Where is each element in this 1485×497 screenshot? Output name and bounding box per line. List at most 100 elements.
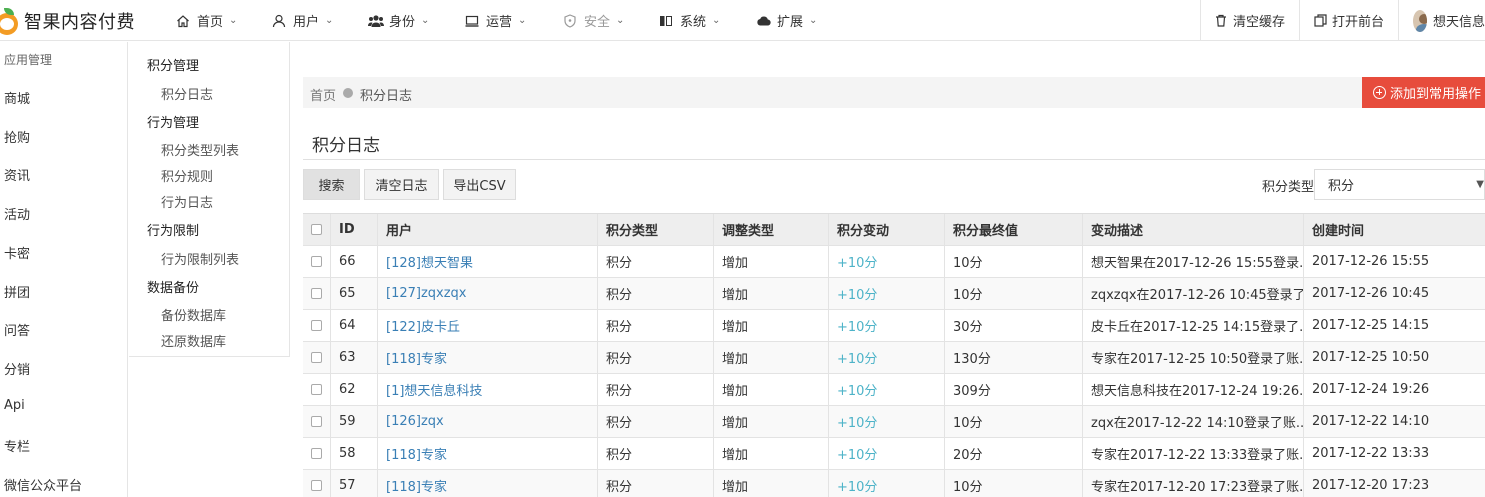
row-checkbox[interactable] — [311, 352, 322, 363]
nav-item-6[interactable]: 扩展 ⌄ — [756, 0, 846, 41]
chevron-down-icon: ⌄ — [809, 15, 818, 26]
row-checkbox[interactable] — [311, 256, 322, 267]
table-cell: 专家在2017-12-20 17:23登录了账... — [1082, 470, 1303, 497]
nav-label: 首页 — [197, 15, 224, 30]
cell-created: 2017-12-26 15:55 — [1312, 254, 1430, 269]
sub-sidebar-item[interactable]: 备份数据库 — [161, 305, 226, 324]
sub-sidebar-item[interactable]: 行为日志 — [161, 192, 213, 211]
sidebar-item-1[interactable]: 抢购 — [4, 127, 30, 146]
table-cell: zqx在2017-12-22 14:10登录了账... — [1082, 406, 1303, 437]
table-cell: 2017-12-26 10:45 — [1303, 278, 1485, 309]
cell-final: 10分 — [953, 480, 983, 495]
cell-created: 2017-12-24 19:26 — [1312, 382, 1430, 397]
orange-logo-icon — [0, 7, 18, 35]
score-type-value: 积分 — [1328, 179, 1355, 194]
row-checkbox[interactable] — [311, 448, 322, 459]
search-button[interactable]: 搜索 — [303, 169, 360, 200]
cell-id: 62 — [339, 382, 356, 397]
table-cell: 增加 — [713, 278, 828, 309]
column-header[interactable]: ID — [330, 214, 377, 245]
sidebar-item-9[interactable]: 专栏 — [4, 436, 30, 455]
table-cell: [127]zqxzqx — [377, 278, 597, 309]
nav-item-0[interactable]: 首页 ⌄ — [176, 0, 272, 41]
user-menu[interactable]: 想天信息 — [1398, 0, 1485, 41]
row-checkbox-cell — [303, 406, 330, 437]
sub-sidebar-group-3[interactable]: 数据备份 — [147, 277, 199, 296]
breadcrumb-home[interactable]: 首页 — [310, 85, 336, 104]
cell-type: 积分 — [606, 352, 633, 367]
sidebar-item-2[interactable]: 资讯 — [4, 165, 30, 184]
row-checkbox[interactable] — [311, 288, 322, 299]
sidebar-item-4[interactable]: 卡密 — [4, 243, 30, 262]
breadcrumb: 首页 积分日志 — [303, 77, 1485, 108]
column-header[interactable]: 变动描述 — [1082, 214, 1303, 245]
column-header[interactable]: 用户 — [377, 214, 597, 245]
column-header[interactable]: 积分变动 — [828, 214, 944, 245]
row-checkbox[interactable] — [311, 384, 322, 395]
sub-sidebar-item[interactable]: 行为限制列表 — [161, 249, 239, 268]
sub-sidebar-item[interactable]: 还原数据库 — [161, 331, 226, 350]
sidebar-item-10[interactable]: 微信公众平台 — [4, 475, 82, 494]
sidebar-item-7[interactable]: 分销 — [4, 359, 30, 378]
select-all-checkbox[interactable] — [311, 224, 322, 235]
cell-user[interactable]: [118]专家 — [386, 444, 447, 463]
page-title: 积分日志 — [312, 136, 380, 156]
table-cell: 积分 — [597, 246, 713, 277]
nav-label: 用户 — [293, 15, 320, 30]
nav-item-2[interactable]: 身份 ⌄ — [368, 0, 465, 41]
cell-adjust: 增加 — [722, 416, 749, 431]
sidebar-item-8[interactable]: Api — [4, 398, 25, 413]
cell-user[interactable]: [126]zqx — [386, 414, 444, 429]
row-checkbox[interactable] — [311, 320, 322, 331]
column-header[interactable]: 积分类型 — [597, 214, 713, 245]
cell-user[interactable]: [122]皮卡丘 — [386, 316, 460, 335]
cell-user[interactable]: [118]专家 — [386, 348, 447, 367]
column-header[interactable]: 创建时间 — [1303, 214, 1485, 245]
cell-id: 66 — [339, 254, 356, 269]
sub-sidebar-group-2[interactable]: 行为限制 — [147, 220, 199, 239]
cell-id: 57 — [339, 478, 356, 493]
cell-change: +10分 — [837, 384, 878, 399]
logo[interactable]: 智果内容付费 — [0, 0, 135, 41]
cell-user[interactable]: [127]zqxzqx — [386, 286, 467, 301]
columns-icon — [659, 14, 673, 28]
cell-user[interactable]: [118]专家 — [386, 476, 447, 495]
cell-user[interactable]: [128]想天智果 — [386, 252, 473, 271]
sidebar-item-6[interactable]: 问答 — [4, 320, 30, 339]
nav-label: 运营 — [486, 15, 513, 30]
table-cell: 130分 — [944, 342, 1082, 373]
sub-sidebar-item[interactable]: 积分类型列表 — [161, 140, 239, 159]
table-row: 59 [126]zqx 积分 增加 +10分 10分 zqx在2017-12-22 14:1… — [303, 406, 1485, 438]
table-cell: 想天智果在2017-12-26 15:55登录... — [1082, 246, 1303, 277]
row-checkbox[interactable] — [311, 416, 322, 427]
cell-change: +10分 — [837, 480, 878, 495]
add-to-shortcuts-button[interactable]: 添加到常用操作 — [1362, 77, 1485, 108]
cell-created: 2017-12-20 17:23 — [1312, 478, 1430, 493]
nav-item-4[interactable]: 安全 ⌄ — [563, 0, 659, 41]
table-cell: [128]想天智果 — [377, 246, 597, 277]
column-header[interactable]: 积分最终值 — [944, 214, 1082, 245]
table-cell: 增加 — [713, 246, 828, 277]
cell-user[interactable]: [1]想天信息科技 — [386, 380, 482, 399]
table-cell: 皮卡丘在2017-12-25 14:15登录了... — [1082, 310, 1303, 341]
column-header[interactable]: 调整类型 — [713, 214, 828, 245]
sidebar-item-3[interactable]: 活动 — [4, 204, 30, 223]
nav-label: 扩展 — [777, 15, 804, 30]
clear-log-button[interactable]: 清空日志 — [364, 169, 439, 200]
export-csv-button[interactable]: 导出CSV — [443, 169, 516, 200]
score-type-select[interactable]: 积分 ▼ — [1314, 169, 1485, 200]
row-checkbox[interactable] — [311, 480, 322, 491]
sub-sidebar-group-0[interactable]: 积分管理 — [147, 55, 199, 74]
sub-sidebar-item[interactable]: 积分日志 — [161, 84, 213, 103]
nav-item-3[interactable]: 运营 ⌄ — [465, 0, 563, 41]
dropdown-arrow-icon: ▼ — [1476, 179, 1484, 190]
sidebar-item-0[interactable]: 商城 — [4, 88, 30, 107]
nav-item-5[interactable]: 系统 ⌄ — [659, 0, 756, 41]
nav-item-1[interactable]: 用户 ⌄ — [272, 0, 368, 41]
sub-sidebar-group-1[interactable]: 行为管理 — [147, 112, 199, 131]
clear-cache-button[interactable]: 清空缓存 — [1199, 0, 1299, 41]
sub-sidebar-item[interactable]: 积分规则 — [161, 166, 213, 185]
table-cell: 积分 — [597, 406, 713, 437]
sidebar-item-5[interactable]: 拼团 — [4, 282, 30, 301]
open-frontend-button[interactable]: 打开前台 — [1298, 0, 1398, 41]
